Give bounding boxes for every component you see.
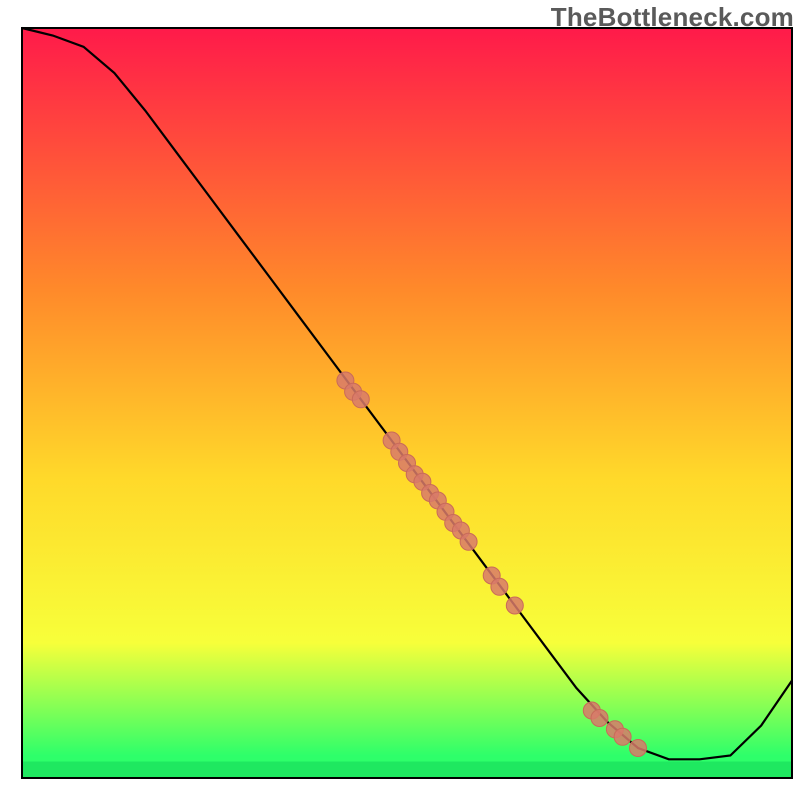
data-marker — [614, 728, 631, 745]
data-marker — [460, 533, 477, 550]
data-marker — [506, 597, 523, 614]
plot-background — [22, 28, 792, 778]
data-marker — [491, 578, 508, 595]
chart-container: TheBottleneck.com — [0, 0, 800, 800]
plot-area — [22, 28, 792, 778]
watermark-label: TheBottleneck.com — [551, 2, 794, 33]
data-marker — [591, 710, 608, 727]
data-marker — [352, 391, 369, 408]
data-marker — [630, 740, 647, 757]
plot-bottom-band — [22, 762, 792, 779]
chart-plot — [0, 0, 800, 800]
